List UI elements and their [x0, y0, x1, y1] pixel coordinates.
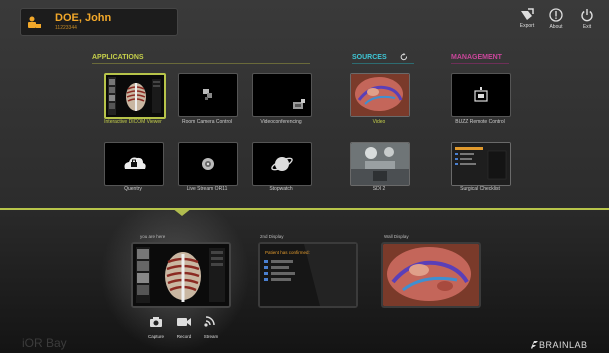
app-label-stopwatch: Stopwatch: [269, 186, 293, 192]
record-label: Record: [176, 334, 192, 339]
checklist-preview-title: Patient has confirmed:: [265, 250, 310, 255]
brainlab-logo-mark: [531, 341, 538, 349]
stream-button[interactable]: Stream: [199, 314, 223, 339]
app-tile-videoconferencing[interactable]: [252, 73, 312, 117]
management-divider: [451, 63, 509, 64]
source-tile-video[interactable]: [350, 73, 410, 117]
management-label-surgical-checklist: Surgical Checklist: [460, 186, 500, 192]
operating-room-thumbnail: [351, 143, 409, 185]
stream-label: Stream: [203, 334, 219, 339]
management-tile-surgical-checklist[interactable]: [451, 142, 511, 186]
export-label: Export: [519, 23, 535, 29]
capture-label: Capture: [147, 334, 164, 339]
applications-header: APPLICATIONS: [92, 54, 144, 61]
patient-id: 11223344: [55, 25, 77, 31]
app-tile-live-stream[interactable]: [178, 142, 238, 186]
video-camera-icon: [177, 318, 191, 326]
videoconference-icon: [293, 99, 305, 109]
app-tile-quentry[interactable]: [104, 142, 164, 186]
app-label-videoconferencing: Videoconferencing: [260, 119, 302, 125]
sources-header: SOURCES: [352, 54, 387, 61]
app-tile-room-camera[interactable]: [178, 73, 238, 117]
about-button[interactable]: About: [541, 8, 571, 36]
sources-divider: [352, 63, 414, 64]
patient-badge[interactable]: DOE, John 11223344: [20, 8, 178, 36]
display-label-wall: Wall Display: [384, 234, 409, 239]
cloud-icon: [124, 157, 146, 169]
stopwatch-icon: [271, 157, 293, 171]
vendor-name: BRAINLAB: [539, 340, 588, 350]
checklist-thumbnail: [452, 143, 510, 185]
dicom-viewer-preview: [133, 244, 229, 306]
display-label-2nd: 2nd Display: [260, 234, 284, 239]
management-label-buzz-remote: BUZZ Remote Control: [455, 119, 505, 125]
power-icon: [581, 9, 593, 22]
app-tile-stopwatch[interactable]: [252, 142, 312, 186]
source-tile-sdi2[interactable]: [350, 142, 410, 186]
export-button[interactable]: Export: [512, 8, 542, 36]
display-2nd[interactable]: Patient has confirmed:: [258, 242, 358, 308]
exit-button[interactable]: Exit: [572, 8, 602, 36]
surgical-video-preview: [383, 244, 479, 306]
management-tile-buzz-remote[interactable]: [451, 73, 511, 117]
source-label-video: Video: [372, 119, 386, 125]
exit-label: Exit: [582, 24, 592, 30]
accent-bar: [0, 208, 609, 210]
applications-divider: [92, 63, 310, 64]
app-label-quentry: Quentry: [124, 186, 142, 192]
surgical-video-thumbnail: [351, 74, 409, 116]
patient-icon: [28, 16, 41, 28]
camera-control-icon: [203, 89, 212, 100]
record-button[interactable]: Record: [172, 314, 196, 339]
app-label-live-stream: Live Stream OR11: [186, 186, 228, 192]
export-icon: [521, 8, 534, 20]
capture-button[interactable]: Capture: [144, 314, 168, 339]
refresh-icon[interactable]: [400, 53, 408, 61]
app-tile-dicom-viewer[interactable]: [104, 73, 166, 119]
source-label-sdi2: SDI 2: [372, 186, 386, 192]
ribcage-thumbnail: [106, 75, 164, 117]
remote-control-icon: [474, 87, 488, 102]
display-current[interactable]: [131, 242, 231, 308]
patient-name: DOE, John: [55, 12, 112, 24]
product-brand: iOR Bay: [22, 336, 67, 350]
about-label: About: [549, 24, 563, 30]
app-label-room-camera: Room Camera Control: [181, 119, 233, 125]
app-label-dicom-viewer: Interactive DICOM Viewer: [104, 119, 162, 125]
stream-icon: [204, 316, 215, 327]
vendor-logo: BRAINLAB: [530, 340, 588, 350]
live-stream-icon: [202, 158, 214, 170]
display-wall[interactable]: [381, 242, 481, 308]
management-header: MANAGEMENT: [451, 54, 502, 61]
camera-icon: [150, 317, 162, 327]
info-icon: [549, 8, 563, 22]
display-label-current: you are here: [140, 234, 166, 239]
